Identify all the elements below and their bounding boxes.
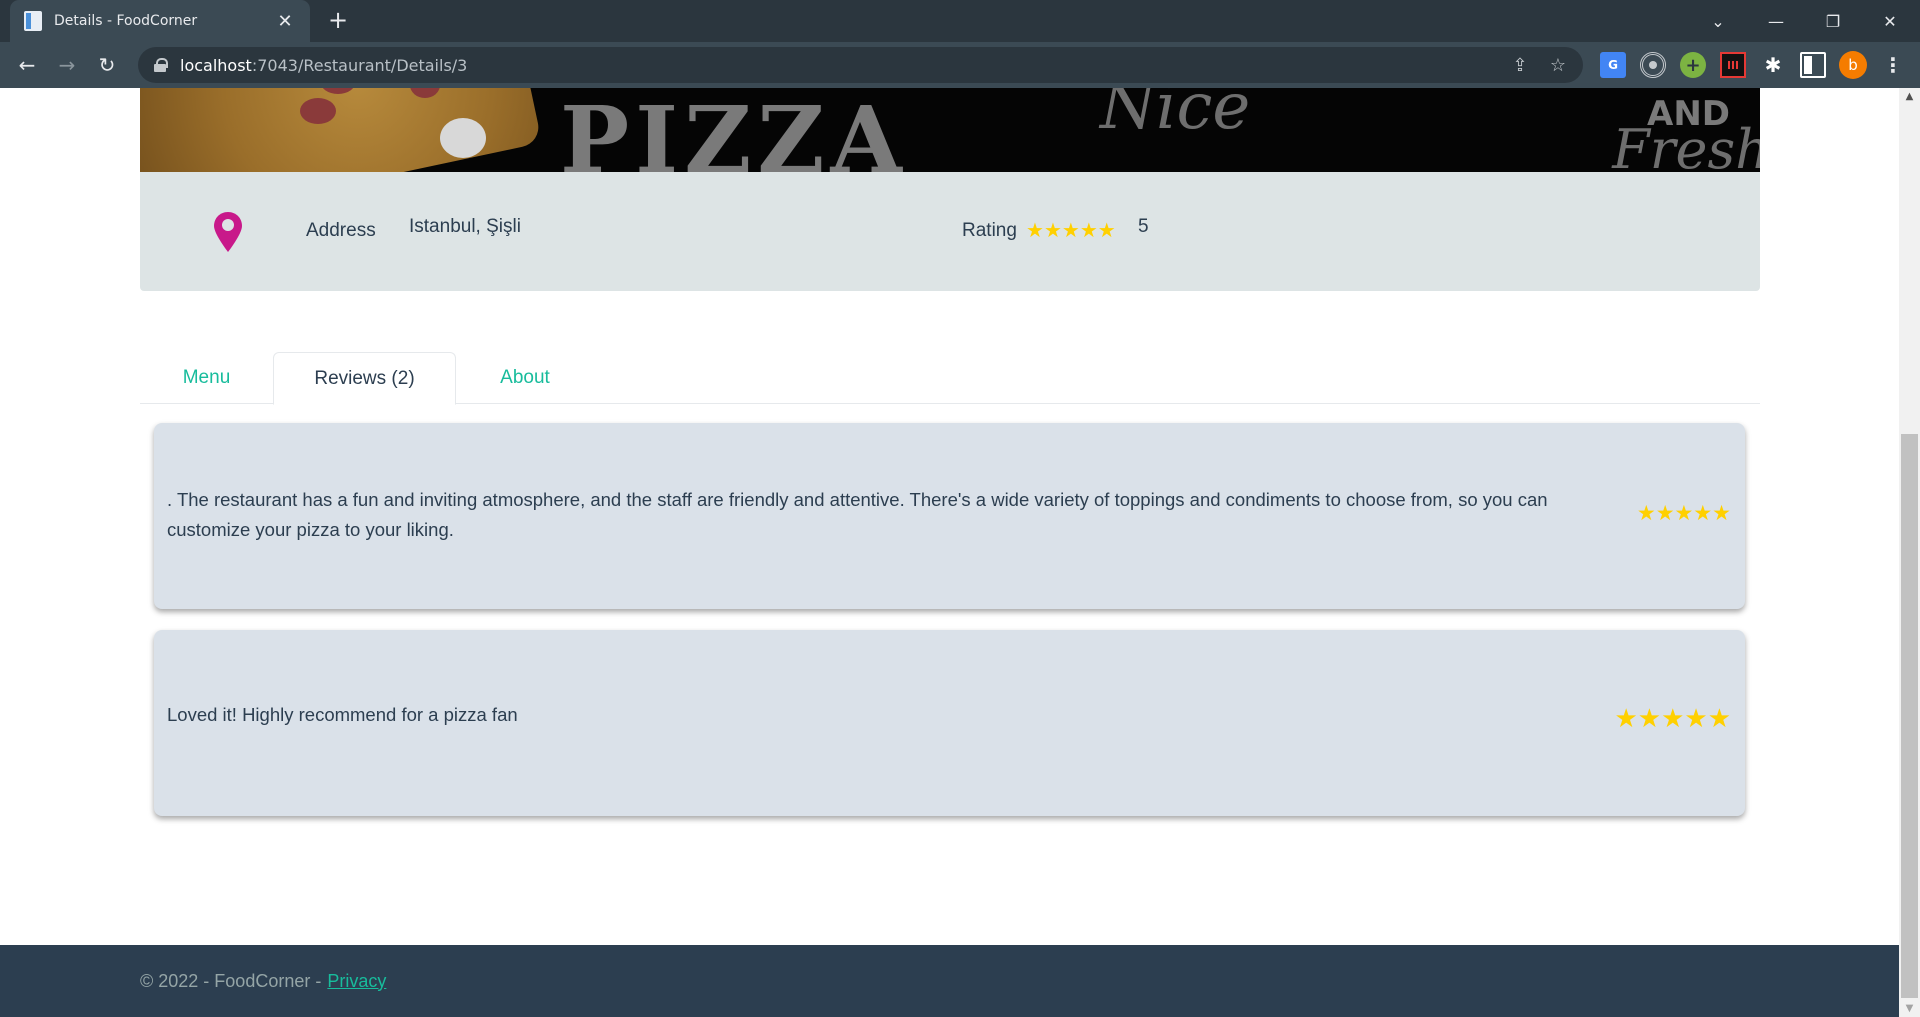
address-value: Istanbul, Şişli [409, 216, 521, 237]
banner-tagline-fresh: Fresh [1612, 118, 1760, 172]
target-extension-icon[interactable] [1640, 52, 1666, 78]
scroll-down-arrow-icon[interactable]: ▼ [1899, 1000, 1920, 1017]
star-icon: ★ [1061, 218, 1080, 242]
rating-stars: ★ ★ ★ ★ ★ [1026, 220, 1116, 240]
address-bar[interactable]: localhost:7043/Restaurant/Details/3 ⇪ ☆ [138, 47, 1583, 83]
star-icon: ★ [1026, 218, 1044, 242]
restaurant-banner-image: PIZZA Nice AND Fresh [140, 88, 1760, 172]
tab-search-chevron-icon[interactable]: ⌄ [1690, 0, 1746, 42]
review-text: Loved it! Highly recommend for a pizza f… [167, 704, 518, 725]
tab-about[interactable]: About [456, 352, 594, 404]
new-tab-button[interactable]: + [324, 6, 352, 34]
plus-extension-icon[interactable]: + [1680, 52, 1706, 78]
share-icon[interactable]: ⇪ [1508, 53, 1532, 77]
reload-button[interactable]: ↻ [92, 50, 122, 80]
star-icon: ★ [1636, 501, 1656, 525]
review-card: Loved it! Highly recommend for a pizza f… [154, 630, 1745, 816]
mushroom-graphic [440, 118, 486, 158]
close-tab-icon[interactable]: ✕ [274, 11, 296, 32]
google-translate-icon[interactable]: G [1600, 52, 1626, 78]
star-icon: ★ [1707, 704, 1731, 734]
star-icon: ★ [1712, 501, 1731, 525]
page-scrollbar[interactable]: ▲ ▼ [1899, 88, 1920, 1017]
tab-reviews[interactable]: Reviews (2) [273, 352, 456, 405]
review-stars: ★ ★ ★ ★ ★ [1637, 503, 1731, 524]
star-icon: ★ [1614, 704, 1638, 734]
review-stars: ★ ★ ★ ★ ★ [1614, 706, 1731, 732]
location-pin-icon [214, 212, 242, 252]
star-icon: ★ [1655, 501, 1675, 525]
review-card: . The restaurant has a fun and inviting … [154, 423, 1745, 609]
back-button[interactable]: ← [12, 50, 42, 80]
tab-menu[interactable]: Menu [140, 352, 273, 404]
review-text: . The restaurant has a fun and inviting … [167, 489, 1548, 540]
profile-avatar[interactable]: b [1839, 51, 1867, 79]
privacy-link[interactable]: Privacy [327, 971, 386, 992]
browser-toolbar: ← → ↻ localhost:7043/Restaurant/Details/… [0, 42, 1920, 88]
star-icon: ★ [1661, 704, 1685, 734]
star-icon: ★ [1097, 218, 1116, 242]
minimize-button[interactable]: — [1748, 0, 1804, 42]
rating-label: Rating [962, 220, 1017, 241]
scrollbar-thumb[interactable] [1901, 434, 1918, 998]
banner-script-text: Nice [1100, 88, 1251, 144]
page-favicon-icon [24, 11, 42, 31]
bookmark-star-icon[interactable]: ☆ [1546, 53, 1570, 77]
star-icon: ★ [1693, 501, 1713, 525]
stats-extension-icon[interactable] [1720, 52, 1746, 78]
star-icon: ★ [1684, 704, 1708, 734]
address-label: Address [306, 220, 376, 241]
footer-copyright: © 2022 - FoodCorner - [140, 970, 322, 991]
scroll-up-arrow-icon[interactable]: ▲ [1899, 88, 1920, 105]
star-icon: ★ [1043, 218, 1062, 242]
page-footer: © 2022 - FoodCorner - Privacy [0, 945, 1899, 1017]
side-panel-icon[interactable] [1800, 52, 1826, 78]
restaurant-tabs: Menu Reviews (2) About [140, 352, 1760, 405]
restaurant-info-panel: Address Istanbul, Şişli Rating ★ ★ ★ ★ ★ 5 [140, 172, 1760, 291]
star-icon: ★ [1637, 704, 1662, 734]
star-icon: ★ [1079, 218, 1098, 242]
url-path: :7043/Restaurant/Details/3 [251, 55, 468, 75]
page-content: PIZZA Nice AND Fresh Address Istanbul, Ş… [0, 88, 1899, 1017]
forward-button[interactable]: → [52, 50, 82, 80]
lock-icon[interactable] [154, 58, 168, 72]
star-icon: ★ [1674, 501, 1694, 525]
extensions-puzzle-icon[interactable]: ✱ [1760, 52, 1786, 78]
restore-button[interactable]: ❐ [1805, 0, 1861, 42]
pepperoni-graphic [300, 98, 336, 124]
browser-titlebar: Details - FoodCorner ✕ + ⌄ — ❐ ✕ [0, 0, 1920, 42]
tab-title: Details - FoodCorner [54, 13, 198, 29]
browser-menu-icon[interactable]: ⋮ [1880, 52, 1906, 78]
rating-value: 5 [1138, 216, 1149, 237]
banner-title: PIZZA [560, 88, 908, 172]
browser-tab[interactable]: Details - FoodCorner ✕ [10, 0, 310, 42]
close-window-button[interactable]: ✕ [1862, 0, 1918, 42]
url-host: localhost [180, 55, 252, 75]
